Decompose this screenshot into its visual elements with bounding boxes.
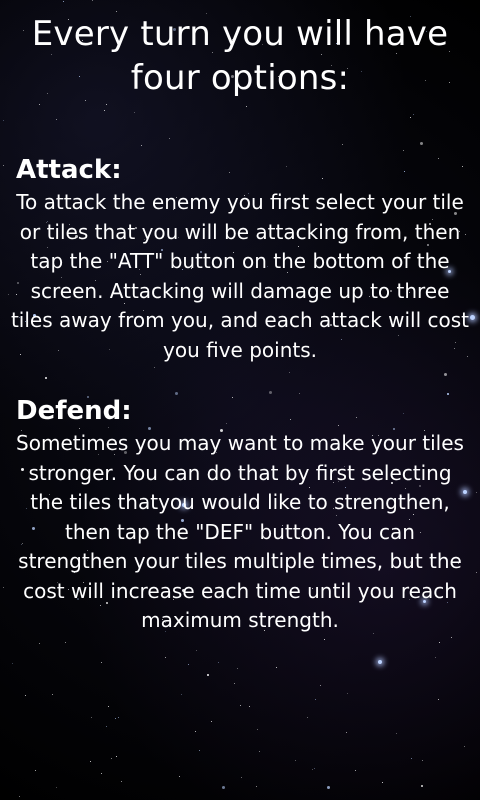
defend-section: Defend: Sometimes you may want to make y… (0, 393, 480, 636)
page-title: Every turn you will have four options: (31, 14, 449, 98)
tutorial-content: Every turn you will have four options: A… (0, 0, 480, 800)
attack-description: To attack the enemy you first select you… (10, 190, 470, 362)
tutorial-screen: Every turn you will have four options: A… (0, 0, 480, 800)
defend-heading: Defend: (16, 396, 132, 426)
attack-heading: Attack: (16, 155, 122, 185)
attack-section: Attack: To attack the enemy you first se… (0, 152, 480, 365)
defend-description: Sometimes you may want to make your tile… (16, 431, 464, 632)
